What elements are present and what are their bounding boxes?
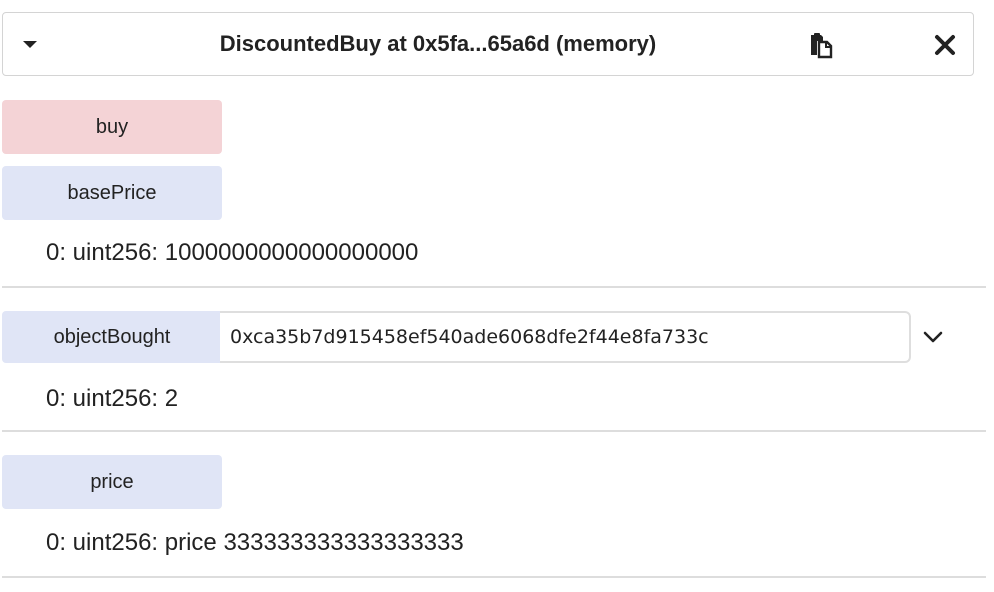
divider: [2, 286, 986, 288]
chevron-down-icon[interactable]: [920, 324, 946, 350]
contract-title: DiscountedBuy at 0x5fa...65a6d (memory): [219, 31, 657, 56]
divider: [2, 430, 986, 432]
divider: [2, 576, 986, 578]
price-output: 0: uint256: price 333333333333333333: [46, 529, 464, 556]
close-icon[interactable]: [933, 33, 957, 57]
baseprice-button[interactable]: basePrice: [2, 166, 222, 220]
contract-header: DiscountedBuy at 0x5fa...65a6d (memory): [2, 12, 974, 76]
objectbought-output: 0: uint256: 2: [46, 385, 179, 412]
copy-icon[interactable]: [807, 31, 835, 59]
baseprice-output: 0: uint256: 1000000000000000000: [46, 239, 419, 266]
contract-instance-panel: DiscountedBuy at 0x5fa...65a6d (memory) …: [0, 0, 994, 592]
price-button[interactable]: price: [2, 455, 222, 509]
buy-button[interactable]: buy: [2, 100, 222, 154]
caret-down-icon[interactable]: [23, 41, 37, 48]
objectbought-address-input[interactable]: [220, 311, 911, 363]
objectbought-button[interactable]: objectBought: [2, 311, 222, 363]
